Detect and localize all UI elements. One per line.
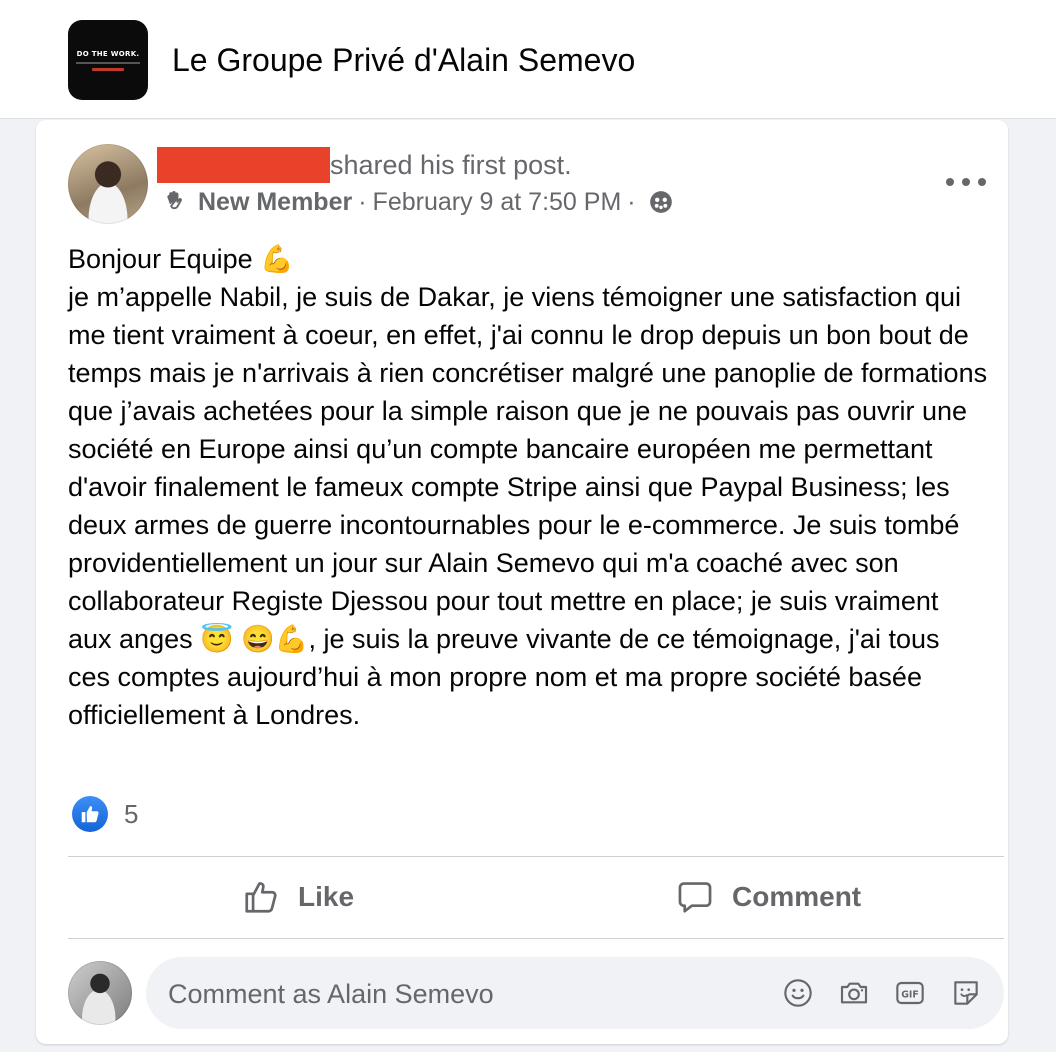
comment-icon xyxy=(678,882,712,913)
gif-button[interactable]: GIF xyxy=(892,975,928,1011)
sticker-button[interactable] xyxy=(948,975,984,1011)
post-body: Bonjour Equipe 💪 je m’appelle Nabil, je … xyxy=(68,244,988,730)
post-timestamp[interactable]: February 9 at 7:50 PM xyxy=(373,188,622,217)
more-icon xyxy=(946,178,954,186)
post-card: shared his first post. New Member · Febr… xyxy=(36,120,1008,1044)
reaction-summary[interactable]: 5 xyxy=(72,796,138,832)
camera-button[interactable] xyxy=(836,975,872,1011)
reaction-count: 5 xyxy=(124,798,139,829)
group-logo-accent xyxy=(92,68,124,71)
gif-icon: GIF xyxy=(896,981,924,1005)
comment-button[interactable]: Comment xyxy=(676,868,861,926)
group-title[interactable]: Le Groupe Privé d'Alain Semevo xyxy=(172,40,635,80)
emoji-icon xyxy=(784,979,812,1007)
emoji-button[interactable] xyxy=(780,975,816,1011)
comment-box: GIF xyxy=(146,957,1004,1029)
globe-icon[interactable] xyxy=(648,189,674,215)
comment-input[interactable] xyxy=(166,971,730,1017)
post-meta: New Member · February 9 at 7:50 PM · xyxy=(164,186,674,218)
divider xyxy=(68,856,1004,857)
group-logo[interactable]: DO THE WORK. xyxy=(68,20,148,100)
new-member-badge[interactable]: New Member xyxy=(198,188,352,217)
group-logo-text: DO THE WORK. xyxy=(76,50,140,58)
divider xyxy=(68,938,1004,939)
camera-icon xyxy=(840,982,868,1004)
sticker-icon xyxy=(954,981,978,1005)
group-header: DO THE WORK. Le Groupe Privé d'Alain Sem… xyxy=(0,0,1056,119)
svg-text:GIF: GIF xyxy=(901,989,919,1000)
shared-text: shared his first post. xyxy=(330,150,572,180)
like-label: Like xyxy=(298,881,355,912)
meta-separator: · xyxy=(627,187,636,216)
like-reaction-icon xyxy=(72,796,108,832)
comment-label: Comment xyxy=(732,881,862,912)
like-button[interactable]: Like xyxy=(242,868,354,926)
more-options-button[interactable] xyxy=(946,172,986,192)
group-logo-line xyxy=(76,62,140,64)
like-icon xyxy=(245,882,277,913)
wave-icon xyxy=(167,191,182,210)
current-user-avatar[interactable] xyxy=(68,961,132,1025)
meta-separator: · xyxy=(358,187,367,216)
author-avatar[interactable] xyxy=(68,144,148,224)
author-name-redacted xyxy=(157,147,330,183)
